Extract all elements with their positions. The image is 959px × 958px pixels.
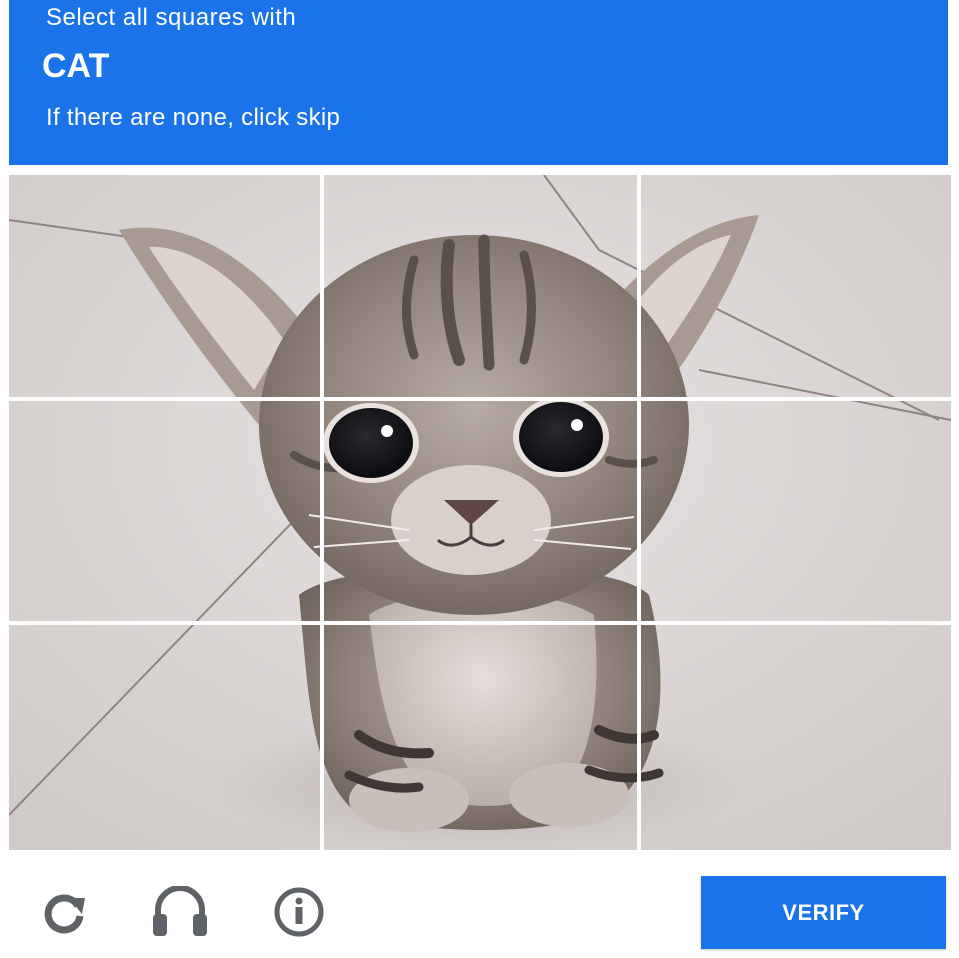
reload-icon[interactable]: [38, 886, 90, 938]
info-icon[interactable]: [268, 886, 324, 938]
grid-tile-r2-c3[interactable]: [641, 402, 951, 620]
image-grid: [9, 175, 951, 850]
skip-hint-text: If there are none, click skip: [46, 104, 341, 131]
captcha-challenge: Select all squares with CAT If there are…: [0, 0, 959, 958]
audio-icon[interactable]: [150, 885, 207, 938]
verify-button[interactable]: VERIFY: [701, 876, 946, 949]
instruction-text: Select all squares with: [46, 4, 297, 31]
grid-divider-h2: [9, 621, 951, 625]
challenge-header: Select all squares with CAT If there are…: [9, 0, 948, 165]
grid-tile-r1-c2[interactable]: [324, 175, 632, 397]
grid-tile-r2-c2[interactable]: [324, 402, 632, 620]
target-keyword: CAT: [42, 47, 110, 85]
grid-tile-r3-c1[interactable]: [9, 626, 320, 850]
grid-tile-r3-c3[interactable]: [641, 626, 951, 850]
grid-divider-v1: [320, 175, 324, 850]
grid-divider-h1: [9, 397, 951, 401]
grid-divider-v2: [637, 175, 641, 850]
challenge-footer: VERIFY: [0, 858, 959, 958]
grid-tile-r1-c1[interactable]: [9, 175, 320, 397]
grid-tile-r3-c2[interactable]: [324, 626, 632, 850]
grid-tile-r1-c3[interactable]: [641, 175, 951, 397]
grid-tile-r2-c1[interactable]: [9, 402, 320, 620]
